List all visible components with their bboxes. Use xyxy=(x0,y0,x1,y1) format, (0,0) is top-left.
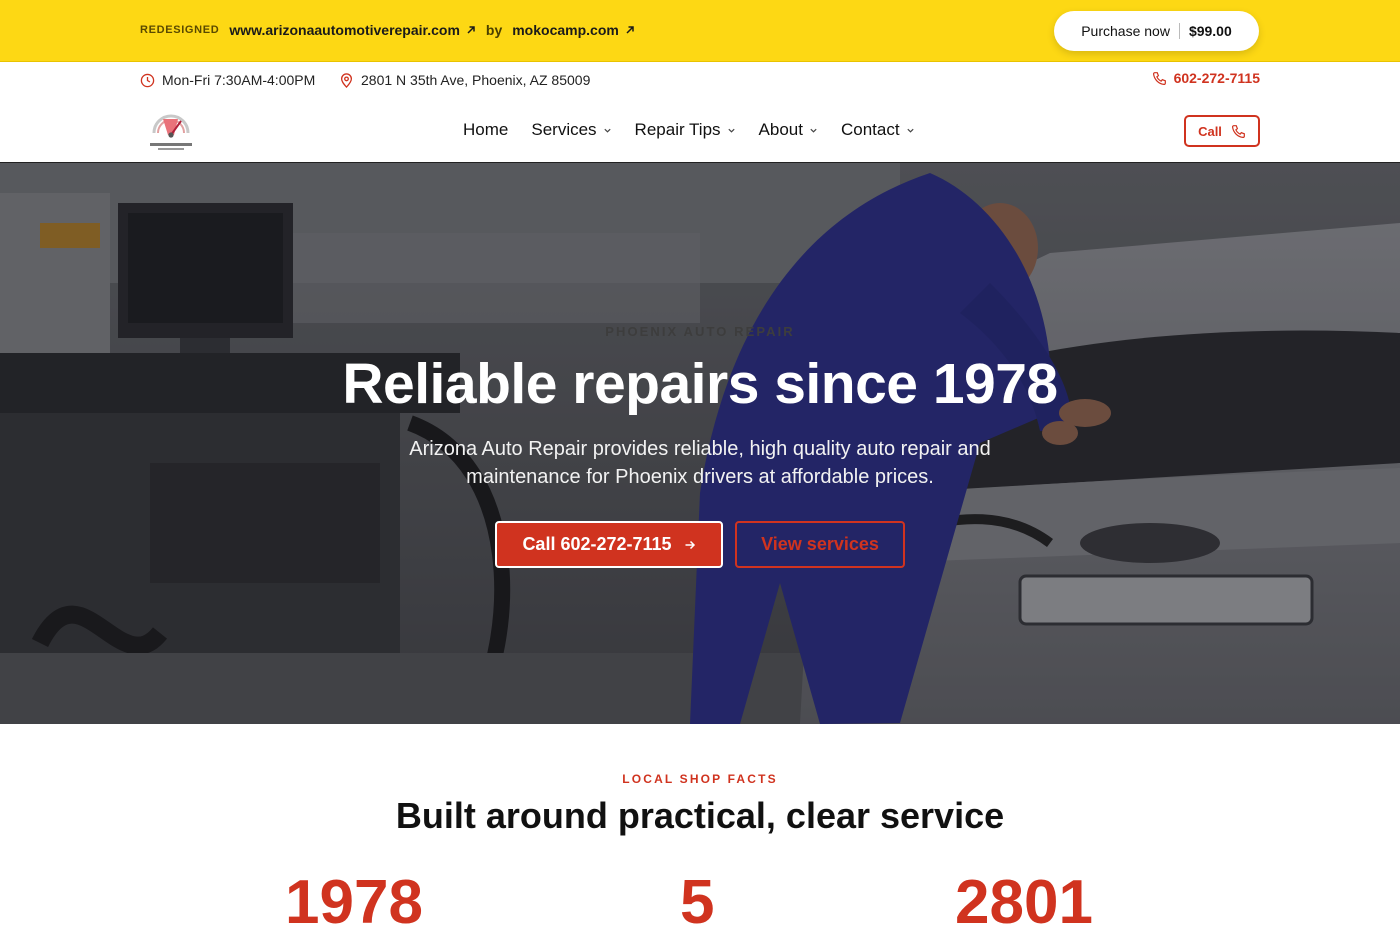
phone-icon xyxy=(1231,124,1245,138)
chevron-down-icon xyxy=(810,128,817,133)
external-link-icon xyxy=(626,26,634,34)
nav-item-label: Contact xyxy=(840,120,900,139)
nav-item-services[interactable]: Services xyxy=(531,120,611,140)
hero-title: Reliable repairs since 1978 xyxy=(342,352,1058,416)
call-phone-button[interactable]: Call 602-272-7115 xyxy=(495,521,723,568)
call-phone-button-label: Call 602-272-7115 xyxy=(522,534,672,554)
hero-section: PHOENIX AUTO REPAIR Reliable repairs sin… xyxy=(0,163,1400,724)
view-services-button-label: View services xyxy=(761,534,879,554)
promo-credits: REDESIGNED www.arizonaautomotiverepair.c… xyxy=(140,22,635,38)
hero-subtitle: Arizona Auto Repair provides reliable, h… xyxy=(409,438,991,488)
phone-link[interactable]: 602-272-7115 xyxy=(1152,70,1260,86)
author-link[interactable]: mokocamp.com xyxy=(512,22,635,38)
fact-number-founded: 1978 xyxy=(285,868,423,937)
arrow-right-icon xyxy=(685,540,695,549)
nav-item-home[interactable]: Home xyxy=(463,120,508,140)
purchase-price: $99.00 xyxy=(1188,23,1232,39)
site-link[interactable]: www.arizonaautomotiverepair.com xyxy=(229,22,476,38)
fact-number-count: 5 xyxy=(680,868,715,937)
phone-text: 602-272-7115 xyxy=(1173,70,1260,86)
chevron-down-icon xyxy=(906,128,914,133)
redesigned-tag: REDESIGNED xyxy=(140,24,220,36)
hero-eyebrow: PHOENIX AUTO REPAIR xyxy=(605,324,795,339)
chevron-down-icon xyxy=(603,128,611,133)
nav-item-label: About xyxy=(758,120,803,139)
main-nav: Home Services Repair Tips About Contact … xyxy=(0,97,1400,163)
address-text: 2801 N 35th Ave, Phoenix, AZ 85009 xyxy=(361,72,591,88)
nav-item-label: Home xyxy=(463,120,509,139)
by-text: by xyxy=(485,22,503,38)
author-link-label: mokocamp.com xyxy=(512,22,619,38)
facts-title: Built around practical, clear service xyxy=(395,795,1005,836)
info-bar: Mon-Fri 7:30AM-4:00PM 2801 N 35th Ave, P… xyxy=(0,63,1400,97)
hours-text: Mon-Fri 7:30AM-4:00PM xyxy=(162,72,316,88)
promo-bar: REDESIGNED www.arizonaautomotiverepair.c… xyxy=(0,0,1400,62)
business-hours: Mon-Fri 7:30AM-4:00PM xyxy=(140,72,315,88)
chevron-down-icon xyxy=(727,128,735,133)
fact-number-address: 2801 xyxy=(955,868,1093,937)
purchase-label: Purchase now xyxy=(1081,23,1180,39)
call-button[interactable]: Call xyxy=(1184,115,1260,147)
primary-menu: Home Services Repair Tips About Contact xyxy=(463,120,915,140)
clock-icon xyxy=(140,73,155,87)
shop-address[interactable]: 2801 N 35th Ave, Phoenix, AZ 85009 xyxy=(339,72,590,88)
view-services-button[interactable]: View services xyxy=(735,521,905,568)
map-pin-icon xyxy=(340,72,353,88)
external-link-icon xyxy=(467,26,475,34)
logo-mark xyxy=(150,114,192,150)
nav-item-about[interactable]: About xyxy=(759,120,818,140)
shop-logo[interactable] xyxy=(144,105,198,155)
site-link-label: www.arizonaautomotiverepair.com xyxy=(229,22,460,38)
purchase-button[interactable]: Purchase now $99.00 xyxy=(1054,11,1259,51)
facts-eyebrow: LOCAL SHOP FACTS xyxy=(622,772,778,786)
nav-item-label: Repair Tips xyxy=(634,120,721,139)
nav-item-contact[interactable]: Contact xyxy=(841,120,915,140)
nav-item-label: Services xyxy=(531,120,597,139)
phone-icon xyxy=(1152,71,1166,85)
call-button-label: Call xyxy=(1198,123,1222,139)
nav-item-repair-tips[interactable]: Repair Tips xyxy=(635,120,736,140)
